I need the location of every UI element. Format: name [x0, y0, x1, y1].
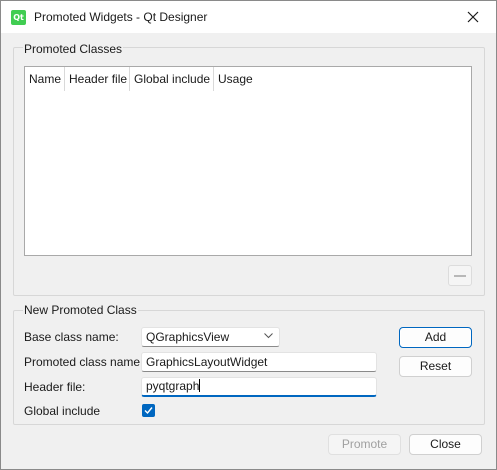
- promoted-classes-table[interactable]: Name Header file Global include Usage: [24, 66, 472, 256]
- base-class-label: Base class name:: [24, 330, 119, 344]
- new-promoted-class-title: New Promoted Class: [23, 303, 138, 317]
- global-include-checkbox[interactable]: [142, 404, 155, 417]
- promoted-class-value: GraphicsLayoutWidget: [146, 355, 268, 369]
- table-header: Name Header file Global include Usage: [25, 67, 470, 91]
- reset-button[interactable]: Reset: [399, 356, 472, 377]
- promoted-classes-title: Promoted Classes: [23, 42, 124, 56]
- window-close-button[interactable]: [450, 1, 496, 33]
- close-button[interactable]: Close: [409, 434, 482, 455]
- title-bar[interactable]: Qt Promoted Widgets - Qt Designer: [1, 1, 496, 33]
- close-icon: [467, 11, 479, 23]
- minus-icon: [454, 275, 466, 277]
- base-class-combobox[interactable]: QGraphicsView: [141, 327, 280, 347]
- base-class-value: QGraphicsView: [146, 330, 230, 344]
- promoted-widgets-dialog: Qt Promoted Widgets - Qt Designer Promot…: [0, 0, 497, 470]
- column-header-header-file[interactable]: Header file: [65, 67, 130, 91]
- column-header-usage[interactable]: Usage: [214, 67, 470, 91]
- header-file-input[interactable]: pyqtgraph: [141, 377, 377, 397]
- promoted-class-name-input[interactable]: GraphicsLayoutWidget: [141, 352, 377, 372]
- header-file-value: pyqtgraph: [146, 379, 200, 393]
- qt-designer-icon: Qt: [11, 10, 26, 25]
- window-title: Promoted Widgets - Qt Designer: [34, 10, 208, 24]
- remove-class-button[interactable]: [448, 265, 472, 286]
- column-header-global-include[interactable]: Global include: [130, 67, 214, 91]
- add-button[interactable]: Add: [399, 327, 472, 348]
- header-file-label: Header file:: [24, 380, 86, 394]
- checkmark-icon: [144, 407, 153, 415]
- promote-button[interactable]: Promote: [328, 434, 401, 455]
- column-header-name[interactable]: Name: [25, 67, 65, 91]
- global-include-label: Global include: [24, 404, 101, 418]
- text-cursor: [199, 379, 201, 392]
- chevron-down-icon: [264, 333, 273, 339]
- promoted-class-label: Promoted class name:: [24, 355, 144, 369]
